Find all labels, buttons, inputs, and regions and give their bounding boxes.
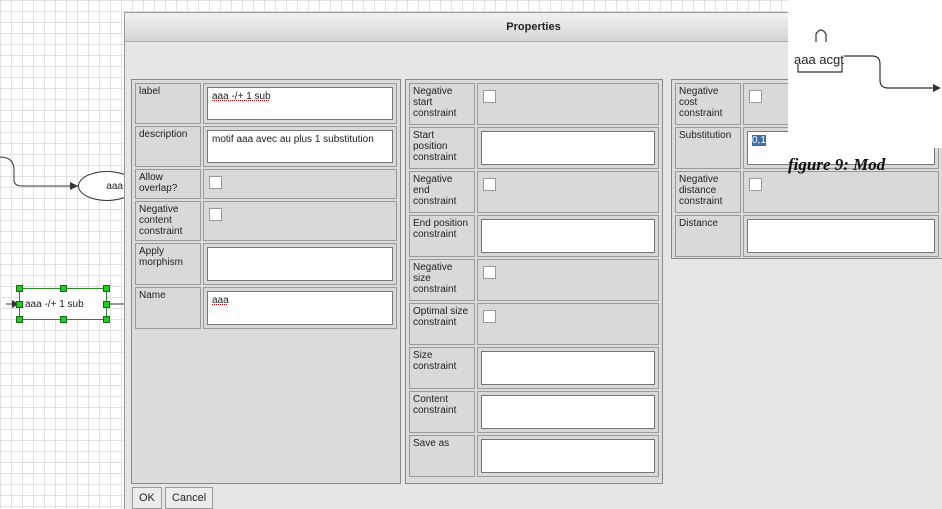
substitution-label: Substitution <box>675 127 741 169</box>
negative-size-label: Negative size constraint <box>409 259 475 301</box>
substitution-value: 0,1 <box>752 135 766 146</box>
start-position-label: Start position constraint <box>409 127 475 169</box>
resize-handle-tc[interactable] <box>60 285 67 292</box>
apply-morphism-input[interactable] <box>207 247 393 281</box>
cancel-button[interactable]: Cancel <box>164 487 214 509</box>
negative-distance-label: Negative distance constraint <box>675 171 741 213</box>
properties-panel-constraints: Negative start constraint Start position… <box>405 79 663 484</box>
figure-overlay: aaa acgt <box>788 0 942 148</box>
optimal-size-label: Optimal size constraint <box>409 303 475 345</box>
row-label: label aaa -/+ 1 sub <box>135 83 397 124</box>
description-input[interactable]: motif aaa avec au plus 1 substitution <box>207 130 393 163</box>
save-as-label: Save as <box>409 435 475 477</box>
allow-overlap-checkbox[interactable] <box>209 176 222 189</box>
optimal-size-checkbox[interactable] <box>483 310 496 323</box>
resize-handle-ml[interactable] <box>16 301 23 308</box>
ellipse-node-label: aaa <box>106 180 123 192</box>
ok-button[interactable]: OK <box>132 487 162 509</box>
row-description: description motif aaa avec au plus 1 sub… <box>135 126 397 167</box>
resize-handle-bc[interactable] <box>60 316 67 323</box>
start-position-input[interactable] <box>481 131 655 165</box>
name-label: Name <box>135 287 201 329</box>
dialog-footer: OK Cancel <box>131 487 402 509</box>
row-allow-overlap: Allow overlap? <box>135 169 397 199</box>
figure-node-text: aaa acgt <box>794 52 844 67</box>
negative-content-label: Negative content constraint <box>135 201 201 241</box>
allow-overlap-label: Allow overlap? <box>135 169 201 199</box>
resize-handle-bl[interactable] <box>16 316 23 323</box>
negative-size-checkbox[interactable] <box>483 266 496 279</box>
resize-handle-tl[interactable] <box>16 285 23 292</box>
diagram-selected-node[interactable]: aaa -/+ 1 sub <box>16 285 110 323</box>
resize-handle-mr[interactable] <box>103 301 110 308</box>
resize-handle-br[interactable] <box>103 316 110 323</box>
distance-input[interactable] <box>747 219 935 253</box>
size-constraint-input[interactable] <box>481 351 655 385</box>
content-constraint-label: Content constraint <box>409 391 475 433</box>
end-position-label: End position constraint <box>409 215 475 257</box>
size-constraint-label: Size constraint <box>409 347 475 389</box>
negative-distance-checkbox[interactable] <box>749 178 762 191</box>
row-apply-morphism: Apply morphism <box>135 243 397 285</box>
negative-end-checkbox[interactable] <box>483 178 496 191</box>
properties-panel-general: label aaa -/+ 1 sub description motif aa… <box>131 79 401 484</box>
negative-cost-checkbox[interactable] <box>749 90 762 103</box>
figure-caption: figure 9: Mod <box>788 155 886 174</box>
save-as-input[interactable] <box>481 439 655 473</box>
distance-label: Distance <box>675 215 741 257</box>
end-position-input[interactable] <box>481 219 655 253</box>
label-input[interactable]: aaa -/+ 1 sub <box>207 87 393 120</box>
name-input[interactable]: aaa <box>207 291 393 325</box>
row-name: Name aaa <box>135 287 397 329</box>
row-negative-content: Negative content constraint <box>135 201 397 241</box>
description-label: description <box>135 126 201 167</box>
selected-node-label: aaa -/+ 1 sub <box>25 298 84 310</box>
negative-start-checkbox[interactable] <box>483 90 496 103</box>
negative-content-checkbox[interactable] <box>209 208 222 221</box>
resize-handle-tr[interactable] <box>103 285 110 292</box>
negative-end-label: Negative end constraint <box>409 171 475 213</box>
label-label: label <box>135 83 201 124</box>
content-constraint-input[interactable] <box>481 395 655 429</box>
figure-drawing: aaa acgt <box>794 29 941 92</box>
dialog-title: Properties <box>506 21 561 33</box>
negative-cost-label: Negative cost constraint <box>675 83 741 125</box>
negative-start-label: Negative start constraint <box>409 83 475 125</box>
apply-morphism-label: Apply morphism <box>135 243 201 285</box>
